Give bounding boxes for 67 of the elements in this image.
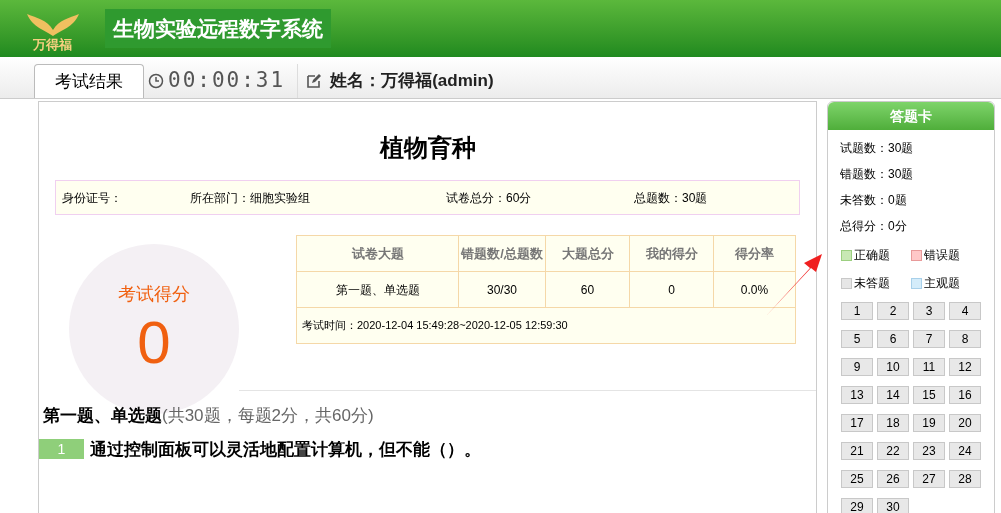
answer-card-title: 答题卡 [890,106,932,126]
score-value: 0 [137,307,171,378]
question-button[interactable]: 5 [841,330,873,348]
question-button[interactable]: 26 [877,470,909,488]
score-label: 考试得分 [118,282,190,306]
question-button[interactable]: 19 [913,414,945,432]
brand-name: 万得福 [33,38,72,51]
stat-text: 未答数：0题 [840,192,908,209]
question-button[interactable]: 17 [841,414,873,432]
question-button[interactable]: 8 [949,330,981,348]
question-text: 通过控制面板可以灵活地配置计算机，但不能（）。 [90,438,481,461]
question-button[interactable]: 10 [877,358,909,376]
question-button[interactable]: 25 [841,470,873,488]
user-name: 姓名：万得福(admin) [330,70,494,93]
column-header: 试卷大题 [297,236,459,271]
info-text: 试卷总分：60分 [446,189,533,207]
question-button[interactable]: 21 [841,442,873,460]
question-button[interactable]: 7 [913,330,945,348]
column-header: 大题总分 [546,236,630,271]
question-button[interactable]: 16 [949,386,981,404]
question-button[interactable]: 23 [913,442,945,460]
exam-time: 考试时间：2020-12-04 15:49:28~2020-12-05 12:59:30 [302,318,568,334]
question-button[interactable]: 11 [913,358,945,376]
timer: 00:00:31 [168,67,286,95]
question-button[interactable]: 15 [913,386,945,404]
question-button[interactable]: 2 [877,302,909,320]
question-button[interactable]: 22 [877,442,909,460]
stat-text: 试题数：30题 [840,140,915,157]
table-cell: 60 [546,272,630,307]
table-cell: 第一题、单选题 [297,272,459,307]
info-text: 总题数：30题 [634,189,708,207]
info-text: 身份证号： [62,189,123,207]
table-cell: 30/30 [459,272,546,307]
question-button[interactable]: 14 [877,386,909,404]
exam-title: 植物育种 [379,133,476,163]
legend-label: 错误题 [924,247,960,264]
info-text: 所在部门：细胞实验组 [190,189,311,207]
stat-text: 错题数：30题 [840,166,915,183]
legend-label: 未答题 [854,275,890,292]
question-button[interactable]: 18 [877,414,909,432]
question-button[interactable]: 6 [877,330,909,348]
column-header: 错题数/总题数 [459,236,546,271]
question-button[interactable]: 20 [949,414,981,432]
question-button[interactable]: 13 [841,386,873,404]
section-title: 第一题、单选题(共30题，每题2分，共60分) [43,406,374,425]
question-button[interactable]: 27 [913,470,945,488]
system-title: 生物实验远程数字系统 [105,8,331,49]
question-button[interactable]: 24 [949,442,981,460]
table-cell: 0 [630,272,714,307]
question-button[interactable]: 3 [913,302,945,320]
question-button[interactable]: 9 [841,358,873,376]
question-button[interactable]: 12 [949,358,981,376]
legend-label: 主观题 [924,275,960,292]
question-number: 1 [39,439,84,460]
legend-label: 正确题 [854,247,890,264]
question-button[interactable]: 29 [841,498,873,513]
question-button[interactable]: 1 [841,302,873,320]
column-header: 我的得分 [630,236,714,271]
question-button[interactable]: 28 [949,470,981,488]
stat-text: 总得分：0分 [840,218,908,235]
clock-icon [148,73,164,89]
column-header: 得分率 [734,244,775,263]
question-button[interactable]: 4 [949,302,981,320]
table-cell-text: 0.0% [739,281,770,299]
question-button[interactable]: 30 [877,498,909,513]
edit-icon [306,73,323,89]
tab[interactable]: 考试结果 [34,64,144,98]
